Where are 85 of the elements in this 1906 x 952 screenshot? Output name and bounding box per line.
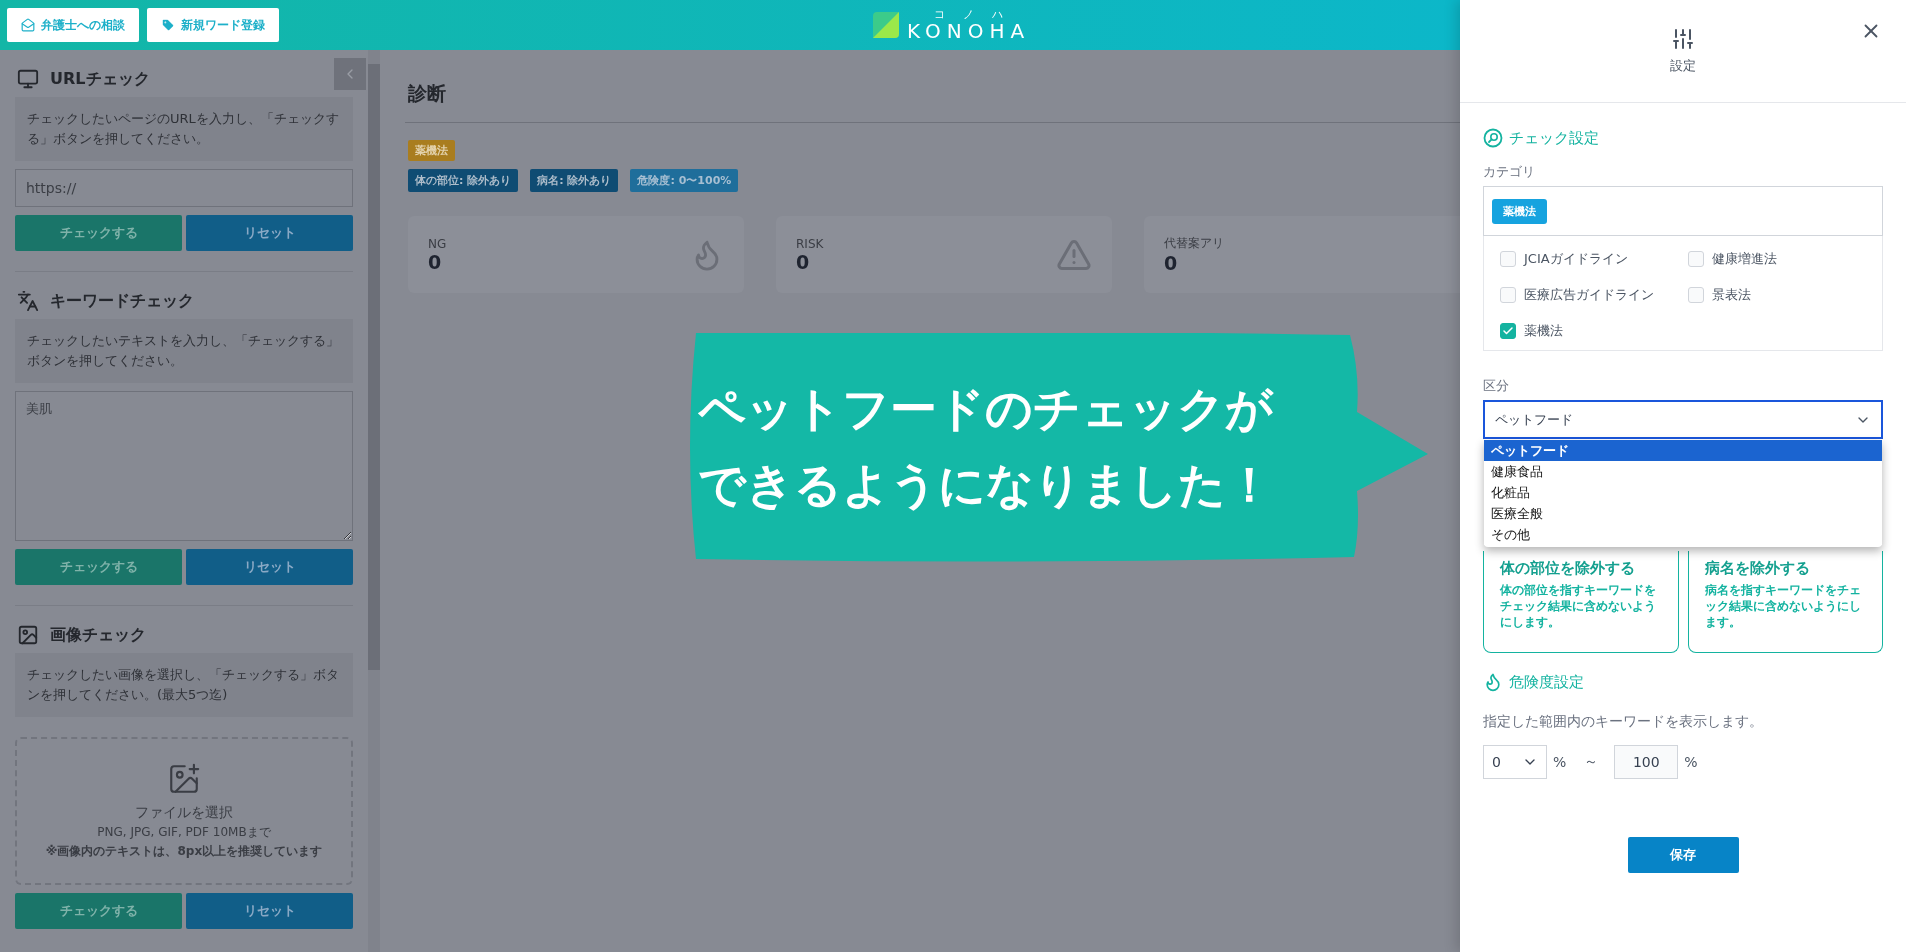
image-plus-icon bbox=[167, 762, 201, 796]
risk-description: 指定した範囲内のキーワードを表示します。 bbox=[1483, 713, 1764, 731]
checkbox[interactable] bbox=[1688, 287, 1704, 303]
search-icon bbox=[1483, 128, 1503, 148]
section-title: キーワードチェック bbox=[50, 290, 194, 312]
category-tag: 薬機法 bbox=[408, 140, 455, 161]
reset-button[interactable]: リセット bbox=[186, 215, 353, 251]
section-heading: チェック設定 bbox=[1509, 128, 1599, 148]
category-option[interactable]: 医療広告ガイドライン bbox=[1500, 284, 1688, 306]
category-option[interactable]: 健康増進法 bbox=[1688, 248, 1866, 270]
check-button[interactable]: チェックする bbox=[15, 893, 182, 929]
card-description: 病名を指すキーワードをチェック結果に含めないようにします。 bbox=[1704, 582, 1862, 630]
monitor-icon bbox=[17, 68, 39, 90]
stat-label: RISK bbox=[796, 236, 824, 251]
filter-tag: 病名: 除外あり bbox=[530, 169, 619, 192]
section-heading: 危険度設定 bbox=[1509, 672, 1584, 692]
logo-ruby: ハ bbox=[992, 9, 1004, 21]
url-input[interactable]: https:// bbox=[15, 169, 353, 207]
dropdown-option[interactable]: 化粧品 bbox=[1484, 482, 1882, 503]
logo-ruby: コ bbox=[934, 9, 946, 21]
category-option[interactable]: 景表法 bbox=[1688, 284, 1866, 306]
exclusion-card[interactable]: 病名を除外する 病名を指すキーワードをチェック結果に含めないようにします。 bbox=[1687, 551, 1883, 653]
page-title: 診断 bbox=[408, 81, 447, 106]
dropdown-option[interactable]: 医療全般 bbox=[1484, 503, 1882, 524]
checkbox[interactable] bbox=[1500, 287, 1516, 303]
scrollbar[interactable] bbox=[368, 50, 380, 952]
settings-icon bbox=[1671, 27, 1695, 51]
dropdown-option[interactable]: その他 bbox=[1484, 524, 1882, 545]
max-input[interactable]: 100 bbox=[1614, 745, 1679, 779]
category-option[interactable]: 薬機法 bbox=[1500, 320, 1688, 342]
stat-value: 0 bbox=[1164, 252, 1179, 274]
flame-icon bbox=[1483, 672, 1503, 692]
check-button[interactable]: チェックする bbox=[15, 215, 182, 251]
filter-tag: 体の部位: 除外あり bbox=[408, 169, 519, 192]
callout-text: ペットフードのチェックが できるようになりました！ bbox=[698, 380, 1275, 514]
instruction-text: チェックしたいページのURLを入力し、「チェックする」ボタンを押してください。 bbox=[15, 97, 353, 161]
dropdown-option[interactable]: ペットフード bbox=[1484, 440, 1882, 461]
format-note: PNG, JPG, GIF, PDF 10MBまで bbox=[97, 824, 271, 841]
header-button[interactable]: 新規ワード登録 bbox=[147, 8, 279, 42]
section-title: URLチェック bbox=[50, 68, 150, 90]
stat-label: NG bbox=[428, 236, 447, 251]
exclusion-card[interactable]: 体の部位を除外する 体の部位を指すキーワードをチェック結果に含めないようにします。 bbox=[1483, 551, 1679, 653]
header-button[interactable]: 弁護士への相談 bbox=[7, 8, 139, 42]
field-label: カテゴリ bbox=[1483, 163, 1536, 181]
leaf-logo-icon bbox=[873, 12, 899, 38]
check-button[interactable]: チェックする bbox=[15, 549, 182, 585]
dropdown-option[interactable]: 健康食品 bbox=[1484, 461, 1882, 482]
stat-value: 0 bbox=[428, 250, 443, 273]
size-note: ※画像内のテキストは、8px以上を推奨しています bbox=[45, 843, 323, 860]
division-select[interactable]: ペットフード bbox=[1483, 400, 1883, 439]
checkbox[interactable] bbox=[1500, 251, 1516, 267]
unit-label: % bbox=[1684, 754, 1698, 770]
logo-text: KONOHA bbox=[907, 21, 1031, 41]
selected-tag: 薬機法 bbox=[1492, 198, 1547, 224]
section-title: 画像チェック bbox=[50, 624, 146, 646]
filter-tag: 危険度: 0〜100% bbox=[630, 169, 739, 192]
panel-title: 設定 bbox=[1670, 57, 1696, 75]
field-label: 区分 bbox=[1483, 377, 1510, 395]
tag-field[interactable]: 薬機法 bbox=[1483, 186, 1883, 236]
dropzone-label: ファイルを選択 bbox=[135, 804, 233, 822]
envelope-icon bbox=[21, 18, 35, 32]
instruction-text: チェックしたいテキストを入力し、「チェックする」ボタンを押してください。 bbox=[15, 319, 353, 383]
card-title: 病名を除外する bbox=[1704, 559, 1811, 578]
category-option[interactable]: JCIAガイドライン bbox=[1500, 248, 1688, 270]
range-separator: ～ bbox=[1584, 753, 1599, 771]
reset-button[interactable]: リセット bbox=[186, 893, 353, 929]
image-icon bbox=[17, 624, 39, 646]
unit-label: % bbox=[1553, 754, 1567, 770]
min-select[interactable]: 0 bbox=[1483, 745, 1547, 779]
reset-button[interactable]: リセット bbox=[186, 549, 353, 585]
card-description: 体の部位を指すキーワードをチェック結果に含めないようにします。 bbox=[1500, 582, 1657, 630]
translate-icon bbox=[17, 290, 39, 312]
check-icon bbox=[1502, 325, 1514, 337]
collapse-button[interactable] bbox=[334, 58, 366, 90]
file-dropzone[interactable]: ファイルを選択 PNG, JPG, GIF, PDF 10MBまで ※画像内のテキストは、8px以上を推奨しています bbox=[15, 737, 353, 885]
checkbox[interactable] bbox=[1500, 323, 1516, 339]
card-title: 体の部位を除外する bbox=[1500, 559, 1636, 578]
keyword-textarea[interactable]: 美肌 bbox=[15, 391, 353, 541]
stat-value: 0 bbox=[796, 250, 811, 273]
instruction-text: チェックしたい画像を選択し、「チェックする」ボタンを押してください。(最大5つ迄) bbox=[15, 653, 353, 717]
logo-ruby: ノ bbox=[963, 9, 975, 21]
tag-icon bbox=[161, 18, 175, 32]
stat-label: 代替案アリ bbox=[1164, 235, 1224, 252]
save-button[interactable]: 保存 bbox=[1627, 837, 1739, 873]
checkbox[interactable] bbox=[1688, 251, 1704, 267]
